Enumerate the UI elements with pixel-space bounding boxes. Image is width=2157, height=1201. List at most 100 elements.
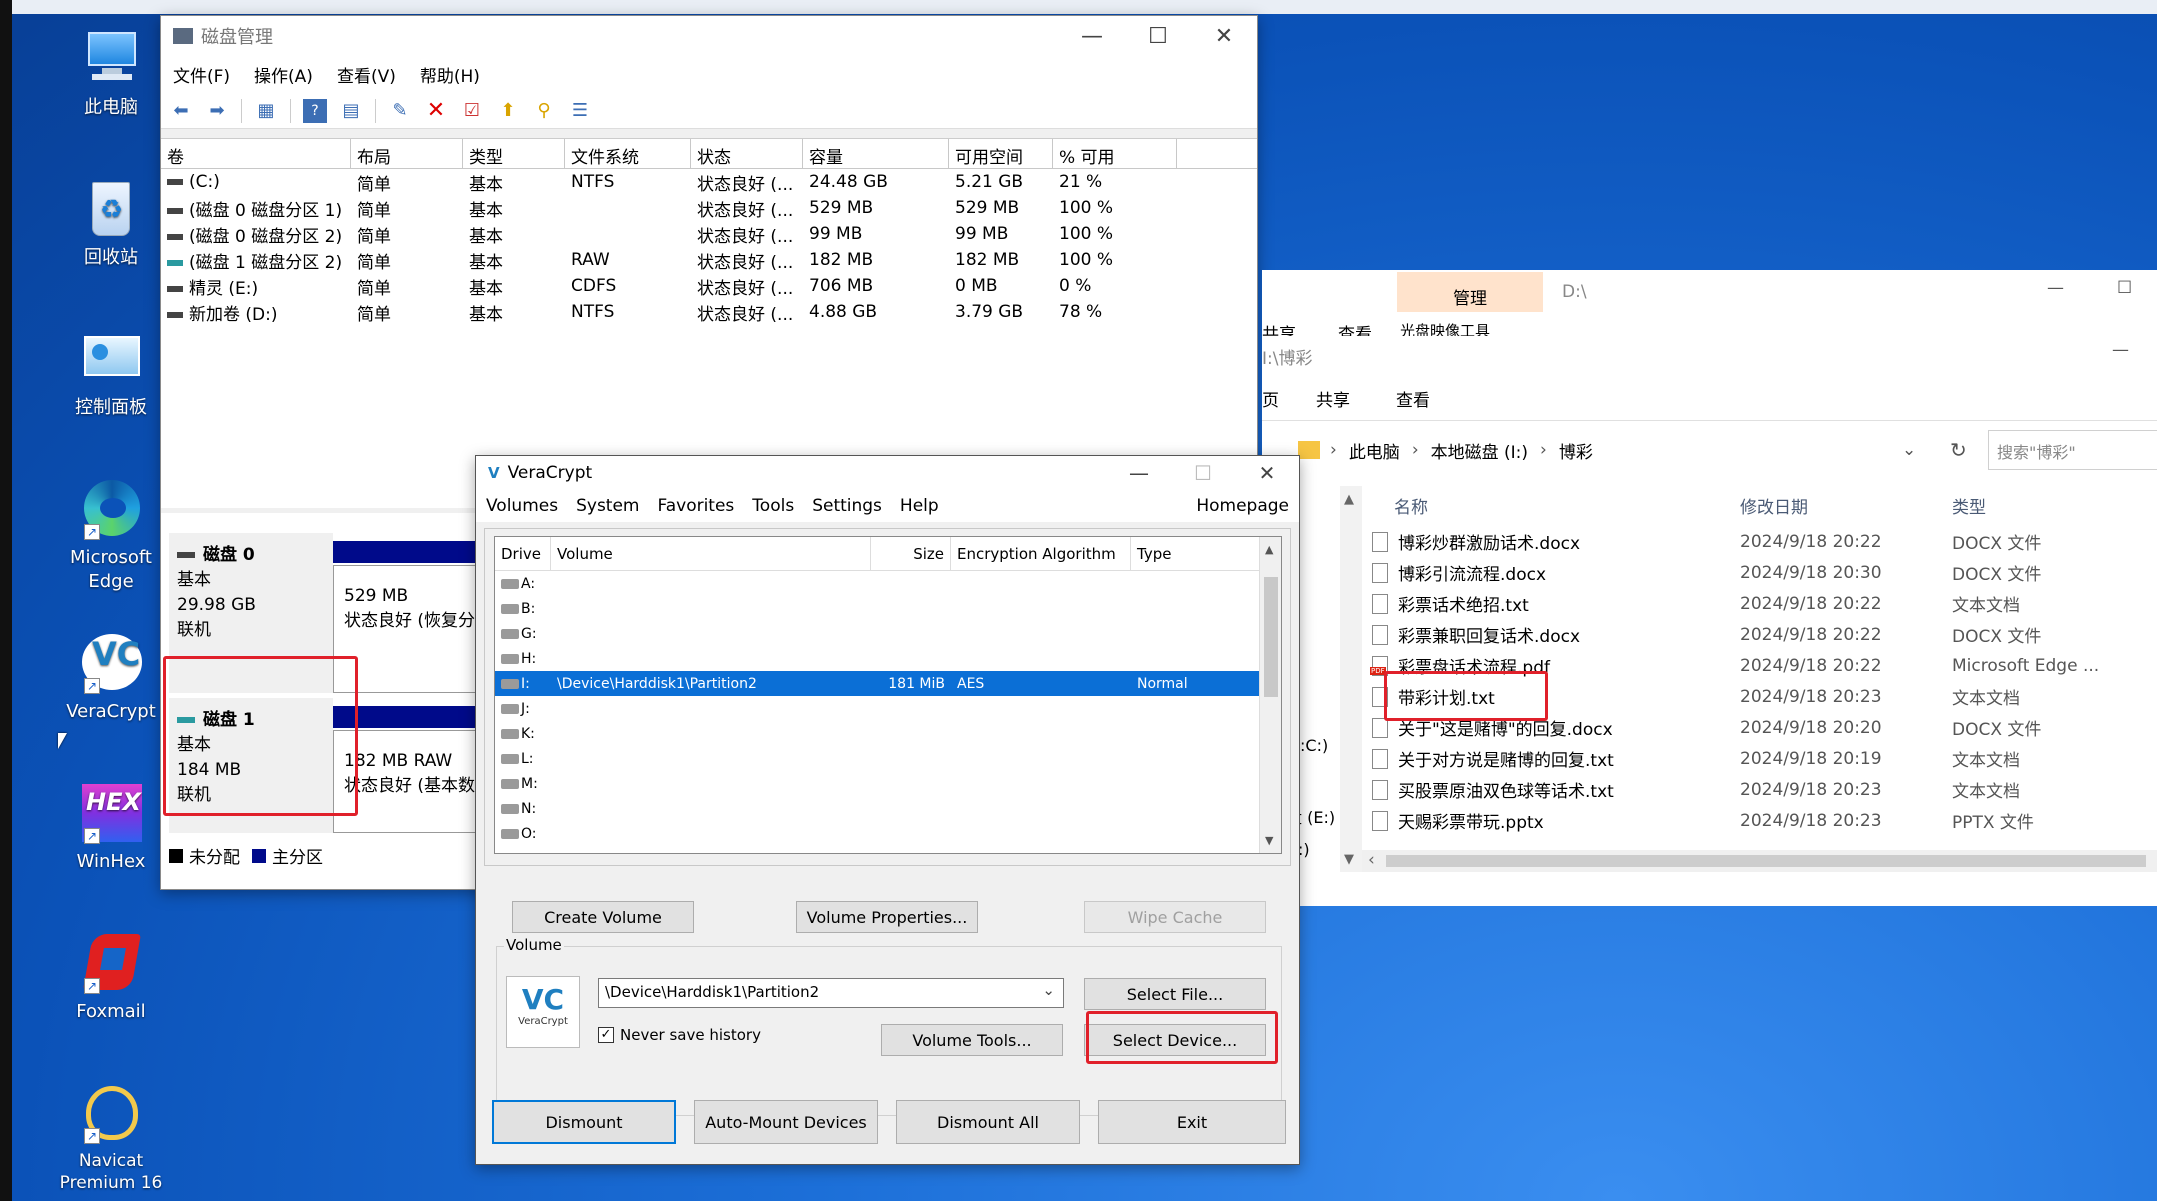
breadcrumb-folder[interactable]: 博彩 bbox=[1559, 438, 1593, 463]
import-icon[interactable]: ⬆ bbox=[496, 99, 520, 123]
drive-row[interactable]: H: bbox=[495, 646, 1259, 671]
refresh-icon[interactable]: ↻ bbox=[1950, 438, 1967, 462]
search-input[interactable]: 搜索"博彩" bbox=[1988, 430, 2157, 470]
search-icon[interactable]: ⚲ bbox=[532, 99, 556, 123]
menu-file[interactable]: 文件(F) bbox=[173, 62, 230, 87]
dismount-all-button[interactable]: Dismount All bbox=[896, 1100, 1080, 1144]
col-name[interactable]: 名称 bbox=[1362, 493, 1740, 518]
exit-button[interactable]: Exit bbox=[1098, 1100, 1286, 1144]
col-status[interactable]: 状态 bbox=[691, 139, 803, 168]
menu-tools[interactable]: Tools bbox=[752, 496, 794, 516]
drive-row[interactable]: M: bbox=[495, 771, 1259, 796]
desktop-icon-navicat[interactable]: ↗ Navicat Premium 16 bbox=[58, 1080, 164, 1194]
col-type[interactable]: 类型 bbox=[463, 139, 565, 168]
close-button[interactable]: ✕ bbox=[1191, 16, 1257, 56]
drive-row[interactable]: B: bbox=[495, 596, 1259, 621]
volume-properties-button[interactable]: Volume Properties... bbox=[796, 901, 978, 933]
minimize-button[interactable]: — bbox=[1059, 16, 1125, 56]
desktop-icon-winhex[interactable]: HEX ↗ WinHex bbox=[58, 780, 164, 874]
ribbon-tab-home[interactable]: 页 bbox=[1262, 386, 1279, 411]
back-minimize-button[interactable]: — bbox=[2047, 278, 2064, 298]
desktop-icon-control-panel[interactable]: 控制面板 bbox=[58, 326, 164, 420]
nav-scrollbar[interactable]: ▲ ▼ bbox=[1340, 486, 1362, 872]
never-save-history-checkbox[interactable]: ✓ Never save history bbox=[598, 1026, 761, 1044]
menu-help[interactable]: Help bbox=[900, 496, 939, 516]
dismount-button[interactable]: Dismount bbox=[492, 1100, 676, 1144]
col-percent-free[interactable]: % 可用 bbox=[1053, 139, 1177, 168]
drive-row[interactable]: N: bbox=[495, 796, 1259, 821]
file-row[interactable]: 买股票原油双色球等话术.txt 2024/9/18 20:23 文本文档 bbox=[1362, 774, 2157, 805]
close-button[interactable]: ✕ bbox=[1235, 456, 1299, 490]
menu-volumes[interactable]: Volumes bbox=[486, 496, 558, 516]
desktop-icon-edge[interactable]: ↗ Microsoft Edge bbox=[58, 476, 164, 594]
file-row[interactable]: 彩票话术绝招.txt 2024/9/18 20:22 文本文档 bbox=[1362, 588, 2157, 619]
drive-row[interactable]: J: bbox=[495, 696, 1259, 721]
explorer-window-i-drive[interactable]: I:\博彩 — 页 共享 查看 › 此电脑 › 本地磁盘 (I:) › 博彩 ⌄… bbox=[1262, 336, 2157, 906]
maximize-button[interactable]: ☐ bbox=[1125, 16, 1191, 56]
list-icon[interactable]: ☰ bbox=[568, 99, 592, 123]
veracrypt-titlebar[interactable]: V VeraCrypt — ☐ ✕ bbox=[476, 456, 1299, 490]
create-volume-button[interactable]: Create Volume bbox=[512, 901, 694, 933]
menu-settings[interactable]: Settings bbox=[812, 496, 882, 516]
console-tree-icon[interactable]: ▦ bbox=[254, 99, 278, 123]
col-type[interactable]: 类型 bbox=[1952, 493, 2132, 518]
breadcrumb-this-pc[interactable]: 此电脑 bbox=[1349, 438, 1400, 463]
col-type[interactable]: Type bbox=[1131, 537, 1251, 571]
volume-row[interactable]: 新加卷 (D:) 简单 基本 NTFS 状态良好 (... 4.88 GB 3.79 GB 7… bbox=[161, 299, 1257, 325]
minimize-button[interactable]: — bbox=[1107, 456, 1171, 490]
volume-path-select[interactable]: \Device\Harddisk1\Partition2 ⌄ bbox=[598, 978, 1064, 1008]
menu-system[interactable]: System bbox=[576, 496, 639, 516]
ribbon-tab-manage[interactable]: 管理 bbox=[1397, 272, 1543, 312]
col-volume[interactable]: 卷 bbox=[161, 139, 351, 168]
delete-icon[interactable]: ✕ bbox=[424, 98, 448, 123]
col-drive[interactable]: Drive bbox=[495, 537, 551, 571]
nav-item-c[interactable]: :C:) bbox=[1300, 736, 1328, 755]
col-modified[interactable]: 修改日期 bbox=[1740, 493, 1952, 518]
check-icon[interactable]: ☑ bbox=[460, 99, 484, 123]
volume-tools-button[interactable]: Volume Tools... bbox=[881, 1024, 1063, 1056]
col-size[interactable]: Size bbox=[871, 537, 951, 571]
file-row[interactable]: 关于对方说是赌博的回复.txt 2024/9/18 20:19 文本文档 bbox=[1362, 743, 2157, 774]
volume-row[interactable]: (C:) 简单 基本 NTFS 状态良好 (... 24.48 GB 5.21 GB 21 % bbox=[161, 169, 1257, 195]
menu-homepage[interactable]: Homepage bbox=[1196, 496, 1289, 516]
disk-management-titlebar[interactable]: 磁盘管理 — ☐ ✕ bbox=[161, 16, 1257, 56]
file-row[interactable]: 博彩引流流程.docx 2024/9/18 20:30 DOCX 文件 bbox=[1362, 557, 2157, 588]
col-free-space[interactable]: 可用空间 bbox=[949, 139, 1053, 168]
drive-row[interactable]: I: \Device\Harddisk1\Partition2 181 MiB AES… bbox=[495, 671, 1259, 696]
desktop-icon-veracrypt[interactable]: VC ↗ VeraCrypt bbox=[58, 630, 164, 724]
col-capacity[interactable]: 容量 bbox=[803, 139, 949, 168]
forward-arrow-icon[interactable]: ➡ bbox=[205, 99, 229, 123]
file-row[interactable]: 天赐彩票带玩.pptx 2024/9/18 20:23 PPTX 文件 bbox=[1362, 805, 2157, 836]
back-maximize-button[interactable]: ☐ bbox=[2117, 278, 2132, 298]
drive-row[interactable]: O: bbox=[495, 821, 1259, 846]
connect-icon[interactable]: ✎ bbox=[388, 99, 412, 123]
drive-row[interactable]: A: bbox=[495, 571, 1259, 596]
volume-row[interactable]: (磁盘 0 磁盘分区 1) 简单 基本 状态良好 (... 529 MB 529 MB 10… bbox=[161, 195, 1257, 221]
file-row[interactable]: 彩票兼职回复话术.docx 2024/9/18 20:22 DOCX 文件 bbox=[1362, 619, 2157, 650]
volume-row[interactable]: 精灵 (E:) 简单 基本 CDFS 状态良好 (... 706 MB 0 MB 0 % bbox=[161, 273, 1257, 299]
explorer-window-d-drive[interactable]: 管理 D:\ 共享 查看 光盘映像工具 — ☐ bbox=[1262, 270, 2157, 345]
auto-mount-devices-button[interactable]: Auto-Mount Devices bbox=[694, 1100, 878, 1144]
properties-icon[interactable]: ▤ bbox=[339, 99, 363, 123]
drive-row[interactable]: G: bbox=[495, 621, 1259, 646]
drive-list[interactable]: Drive Volume Size Encryption Algorithm T… bbox=[494, 536, 1282, 854]
desktop-icon-computer[interactable]: 此电脑 bbox=[58, 26, 164, 120]
back-arrow-icon[interactable]: ⬅ bbox=[169, 99, 193, 123]
desktop-icon-foxmail[interactable]: ↗ Foxmail bbox=[58, 930, 164, 1024]
help-icon[interactable]: ? bbox=[303, 98, 327, 123]
menu-view[interactable]: 查看(V) bbox=[337, 62, 396, 87]
menu-favorites[interactable]: Favorites bbox=[658, 496, 735, 516]
col-layout[interactable]: 布局 bbox=[351, 139, 463, 168]
breadcrumb-local-disk-i[interactable]: 本地磁盘 (I:) bbox=[1431, 438, 1528, 463]
select-file-button[interactable]: Select File... bbox=[1084, 978, 1266, 1010]
col-filesystem[interactable]: 文件系统 bbox=[565, 139, 691, 168]
volume-row[interactable]: (磁盘 0 磁盘分区 2) 简单 基本 状态良好 (... 99 MB 99 MB 100 … bbox=[161, 221, 1257, 247]
desktop-icon-recycle-bin[interactable]: ♻ 回收站 bbox=[58, 176, 164, 270]
drive-list-scrollbar[interactable]: ▲ ▼ bbox=[1259, 537, 1281, 853]
file-row[interactable]: 博彩炒群激励话术.docx 2024/9/18 20:22 DOCX 文件 bbox=[1362, 526, 2157, 557]
wipe-cache-button[interactable]: Wipe Cache bbox=[1084, 901, 1266, 933]
horizontal-scrollbar[interactable]: ‹ bbox=[1362, 850, 2157, 872]
ribbon-tab-view[interactable]: 查看 bbox=[1396, 386, 1430, 411]
drive-row[interactable]: K: bbox=[495, 721, 1259, 746]
drive-row[interactable]: L: bbox=[495, 746, 1259, 771]
